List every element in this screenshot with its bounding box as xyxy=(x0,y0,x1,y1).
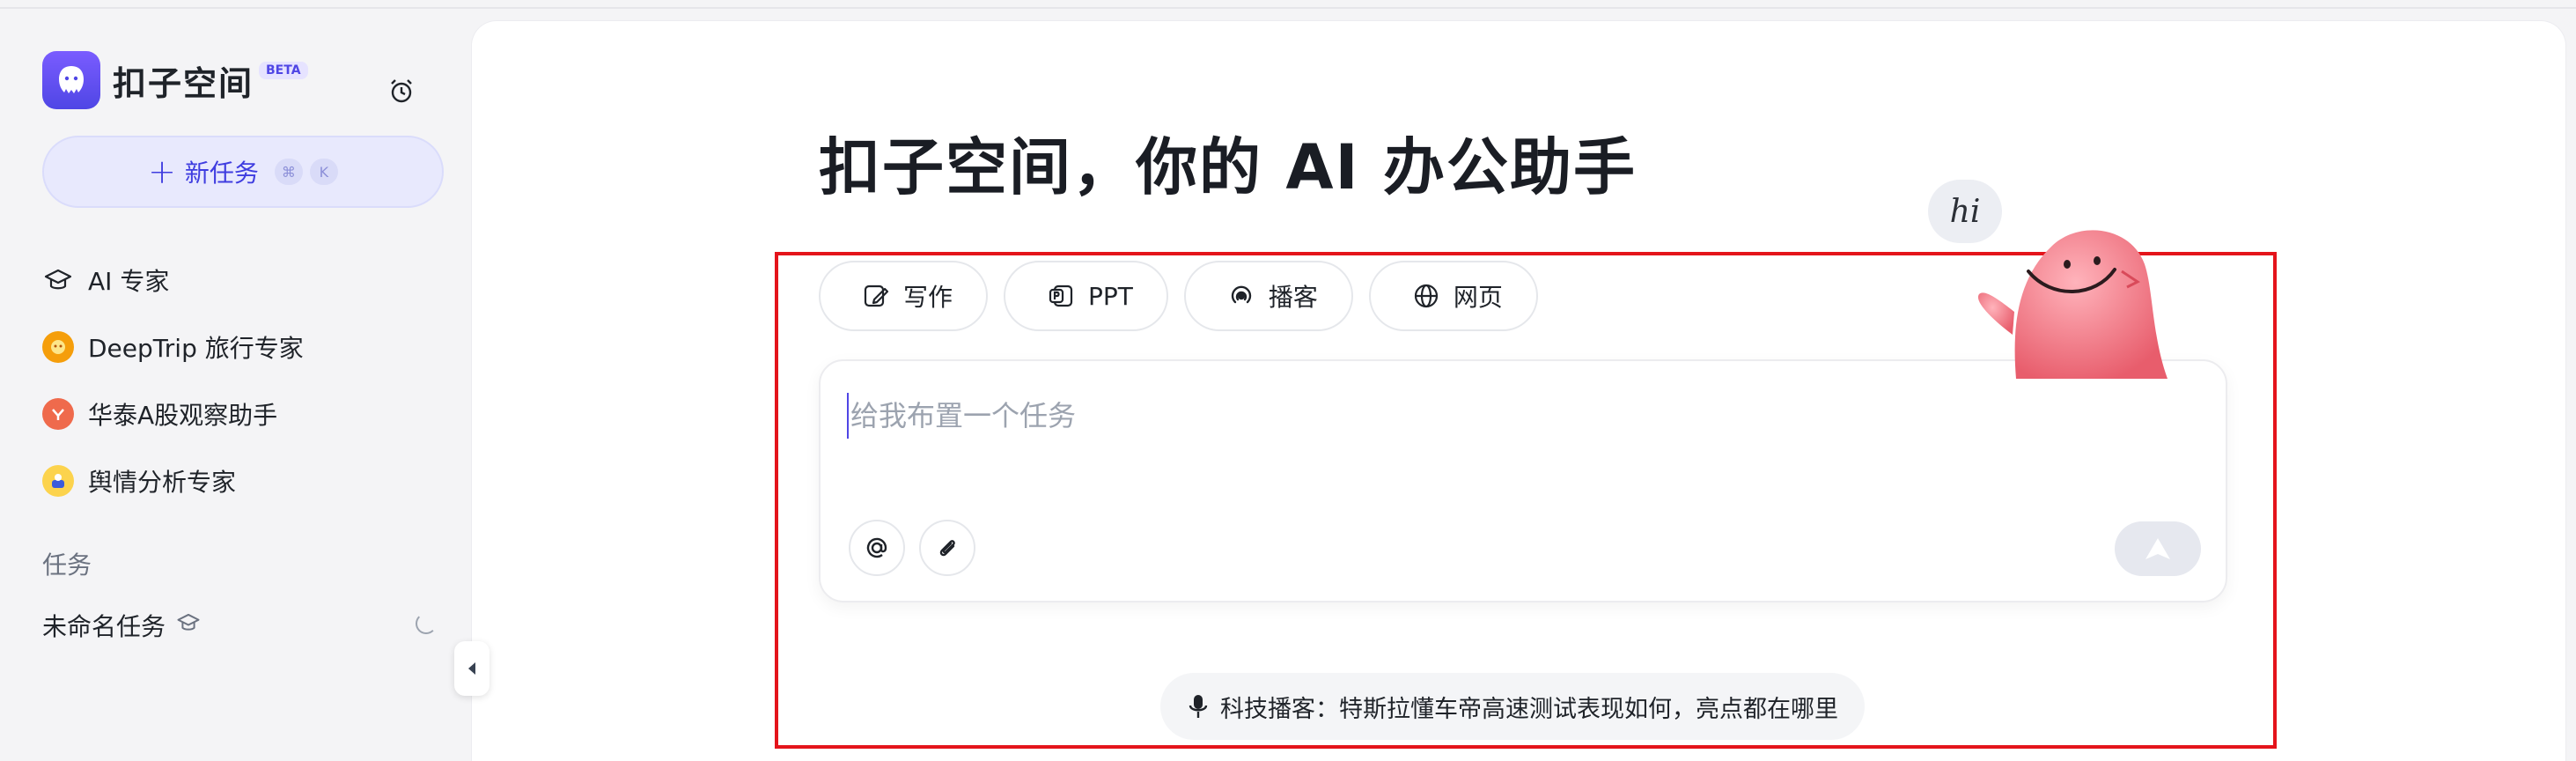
new-task-label: 新任务 xyxy=(184,159,259,188)
page-title: 扣子空间，你的 AI 办公助手 xyxy=(819,131,1637,203)
tasks-section-label: 任务 xyxy=(42,550,92,580)
collapse-sidebar-button[interactable] xyxy=(454,641,489,696)
sidebar: 扣子空间 BETA + 新任务 ⌘ K AI 专家 DeepTrip 旅行专家 … xyxy=(0,11,472,761)
beta-badge: BETA xyxy=(259,62,308,79)
app-logo-icon xyxy=(42,51,100,109)
sidebar-item-label: AI 专家 xyxy=(88,267,170,296)
sidebar-item-huatai[interactable]: 华泰A股观察助手 xyxy=(42,380,444,447)
graduation-cap-icon xyxy=(42,264,74,296)
sidebar-item-label: 华泰A股观察助手 xyxy=(88,401,278,430)
suggestion-text: 科技播客：特斯拉懂车帝高速测试表现如何，亮点都在哪里 xyxy=(1220,695,1838,723)
sidebar-item-ai-expert[interactable]: AI 专家 xyxy=(42,247,444,314)
huatai-avatar-icon xyxy=(42,398,74,430)
new-task-button[interactable]: + 新任务 ⌘ K xyxy=(42,136,444,208)
shortcut-key-cmd: ⌘ xyxy=(274,159,303,185)
task-item-label: 未命名任务 xyxy=(42,612,166,641)
graduation-cap-icon xyxy=(176,610,201,641)
mascot-ghost-icon xyxy=(1977,230,2168,379)
shortcut-key-k: K xyxy=(309,159,338,185)
task-item-untitled[interactable]: 未命名任务 xyxy=(42,604,437,646)
sidebar-item-label: DeepTrip 旅行专家 xyxy=(88,334,304,363)
app-name: 扣子空间 xyxy=(113,63,254,103)
suggestion-pill[interactable]: 科技播客：特斯拉懂车帝高速测试表现如何，亮点都在哪里 xyxy=(1160,673,1865,740)
alarm-clock-icon[interactable] xyxy=(384,74,419,109)
sentiment-avatar-icon xyxy=(42,465,74,497)
sidebar-item-label: 舆情分析专家 xyxy=(88,468,237,497)
microphone-icon xyxy=(1189,695,1208,718)
window-top-edge xyxy=(0,0,2576,9)
brand[interactable]: 扣子空间 BETA xyxy=(42,51,308,109)
sidebar-item-sentiment[interactable]: 舆情分析专家 xyxy=(42,447,444,514)
caret-left-icon xyxy=(468,662,475,675)
loading-spinner-icon xyxy=(416,613,437,634)
sidebar-nav: AI 专家 DeepTrip 旅行专家 华泰A股观察助手 舆情分析专家 xyxy=(42,247,444,514)
plus-icon: + xyxy=(148,152,176,191)
deeptrip-avatar-icon xyxy=(42,331,74,363)
sidebar-item-deeptrip[interactable]: DeepTrip 旅行专家 xyxy=(42,314,444,380)
